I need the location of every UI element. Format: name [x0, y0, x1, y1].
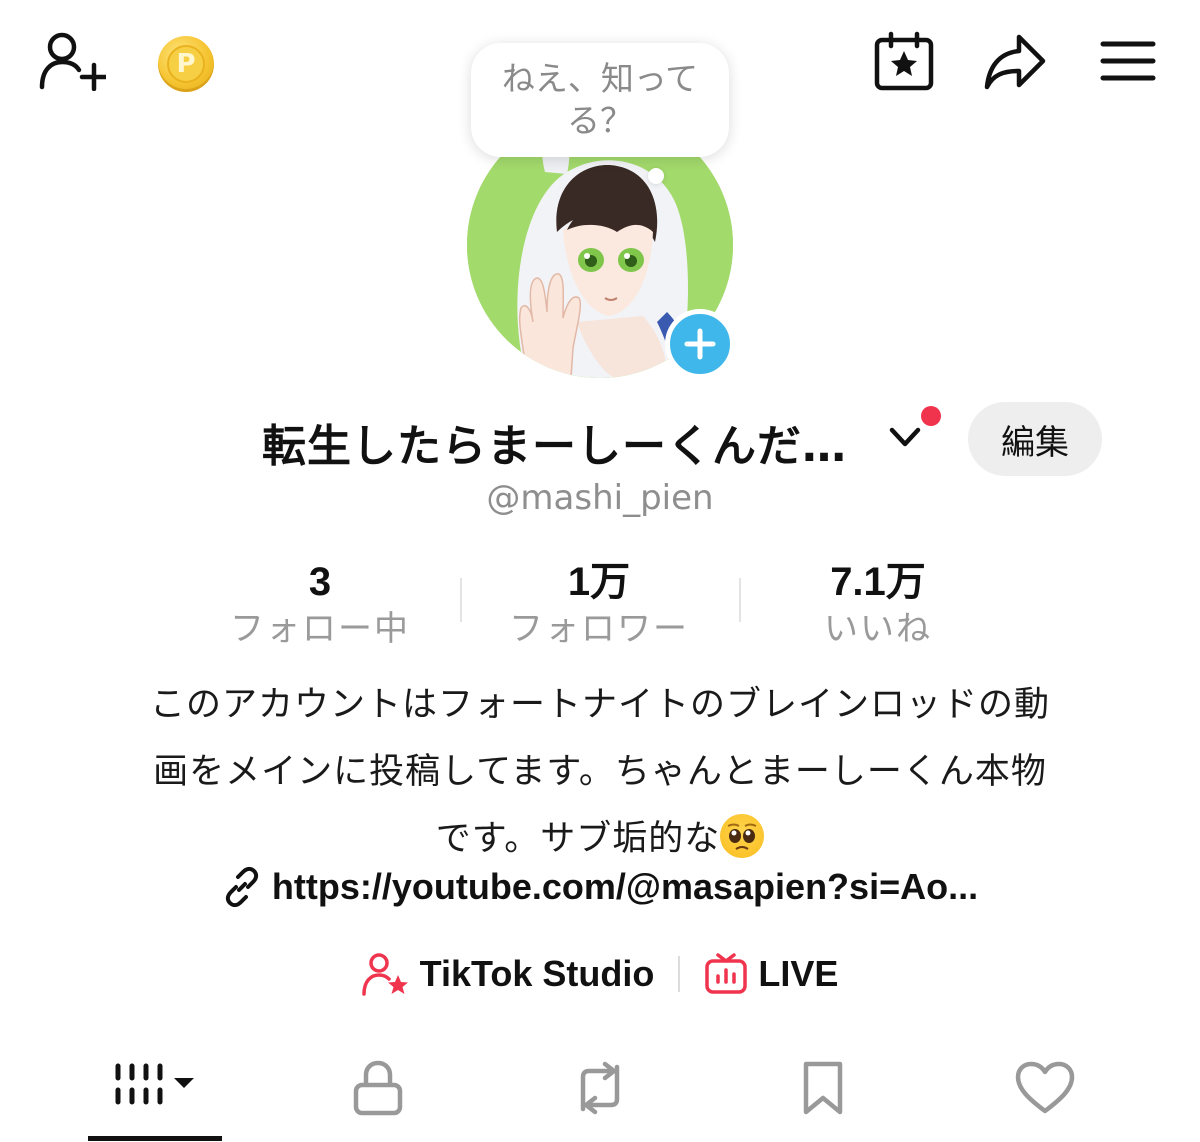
- add-friend-button[interactable]: [36, 28, 108, 92]
- repost-icon: [580, 1061, 620, 1115]
- bio-line: 画をメインに投稿してます。ちゃんとまーしーくん本物: [153, 752, 1047, 792]
- tab-favorites[interactable]: [763, 1052, 883, 1124]
- calendar-button[interactable]: [872, 30, 936, 92]
- grid-icon: [115, 1063, 194, 1105]
- menu-button[interactable]: [1098, 36, 1158, 86]
- notification-dot: [921, 406, 941, 426]
- tab-liked[interactable]: [985, 1052, 1105, 1124]
- followers-stat[interactable]: 1万 フォロワー: [469, 556, 729, 650]
- chevron-down-icon: [889, 427, 921, 447]
- profile-name: 転生したらまーしーくんだ…: [262, 421, 847, 472]
- username-handle: @mashi_pien: [486, 478, 714, 518]
- hamburger-menu-icon: [1100, 41, 1156, 81]
- active-tab-indicator: [88, 1136, 222, 1141]
- live-button[interactable]: LIVE: [704, 952, 838, 996]
- stat-divider: [739, 578, 741, 622]
- tiktok-studio-button[interactable]: TikTok Studio: [361, 952, 655, 996]
- followers-label: フォロワー: [509, 609, 689, 649]
- creator-tools: TikTok Studio LIVE: [0, 952, 1200, 996]
- tab-reposts[interactable]: [540, 1052, 660, 1124]
- note-bubble-tail: [648, 168, 664, 184]
- edit-profile-button[interactable]: 編集: [968, 402, 1102, 476]
- followers-count: 1万: [567, 560, 631, 604]
- add-story-button[interactable]: [665, 309, 735, 379]
- calendar-star-icon: [874, 31, 934, 91]
- bio-line: このアカウントはフォートナイトのブレインロッドの動: [149, 685, 1050, 725]
- plus-icon: [684, 328, 716, 360]
- person-star-icon: [361, 953, 408, 996]
- person-add-icon: [39, 32, 106, 91]
- note-bubble[interactable]: ねえ、知ってる？: [471, 43, 729, 157]
- bio-link[interactable]: https://youtube.com/@masapien?si=Ao...: [0, 866, 1200, 908]
- following-count: 3: [308, 560, 332, 604]
- share-button[interactable]: [982, 32, 1048, 92]
- coin-icon: P: [167, 45, 205, 83]
- tools-divider: [678, 956, 681, 992]
- following-label: フォロー中: [230, 609, 410, 649]
- following-stat[interactable]: 3 フォロー中: [190, 556, 450, 650]
- likes-stat[interactable]: 7.1万 いいね: [748, 556, 1008, 650]
- tiktok-studio-label: TikTok Studio: [419, 953, 655, 994]
- lock-icon: [353, 1060, 403, 1116]
- likes-label: いいね: [824, 609, 932, 649]
- account-switch-button[interactable]: [887, 424, 923, 454]
- bio-link-text[interactable]: https://youtube.com/@masapien?si=Ao...: [272, 866, 978, 908]
- bio-line-last: です。サブ垢的な: [100, 806, 1100, 873]
- coin-button[interactable]: P: [158, 36, 214, 92]
- stat-divider: [460, 578, 462, 622]
- heart-icon: [1015, 1061, 1075, 1114]
- tab-private[interactable]: [318, 1052, 438, 1124]
- note-bubble-text: ねえ、知ってる？: [501, 59, 699, 140]
- link-icon: [225, 867, 259, 907]
- likes-count: 7.1万: [830, 560, 926, 604]
- tab-videos[interactable]: [95, 1052, 215, 1124]
- pleading-face-emoji: [720, 814, 765, 858]
- live-tv-icon: [705, 953, 748, 994]
- bio: このアカウントはフォートナイトのブレインロッドの動 画をメインに投稿してます。ち…: [100, 672, 1100, 873]
- bookmark-icon: [803, 1061, 843, 1115]
- share-icon: [984, 34, 1046, 90]
- live-label: LIVE: [758, 953, 839, 994]
